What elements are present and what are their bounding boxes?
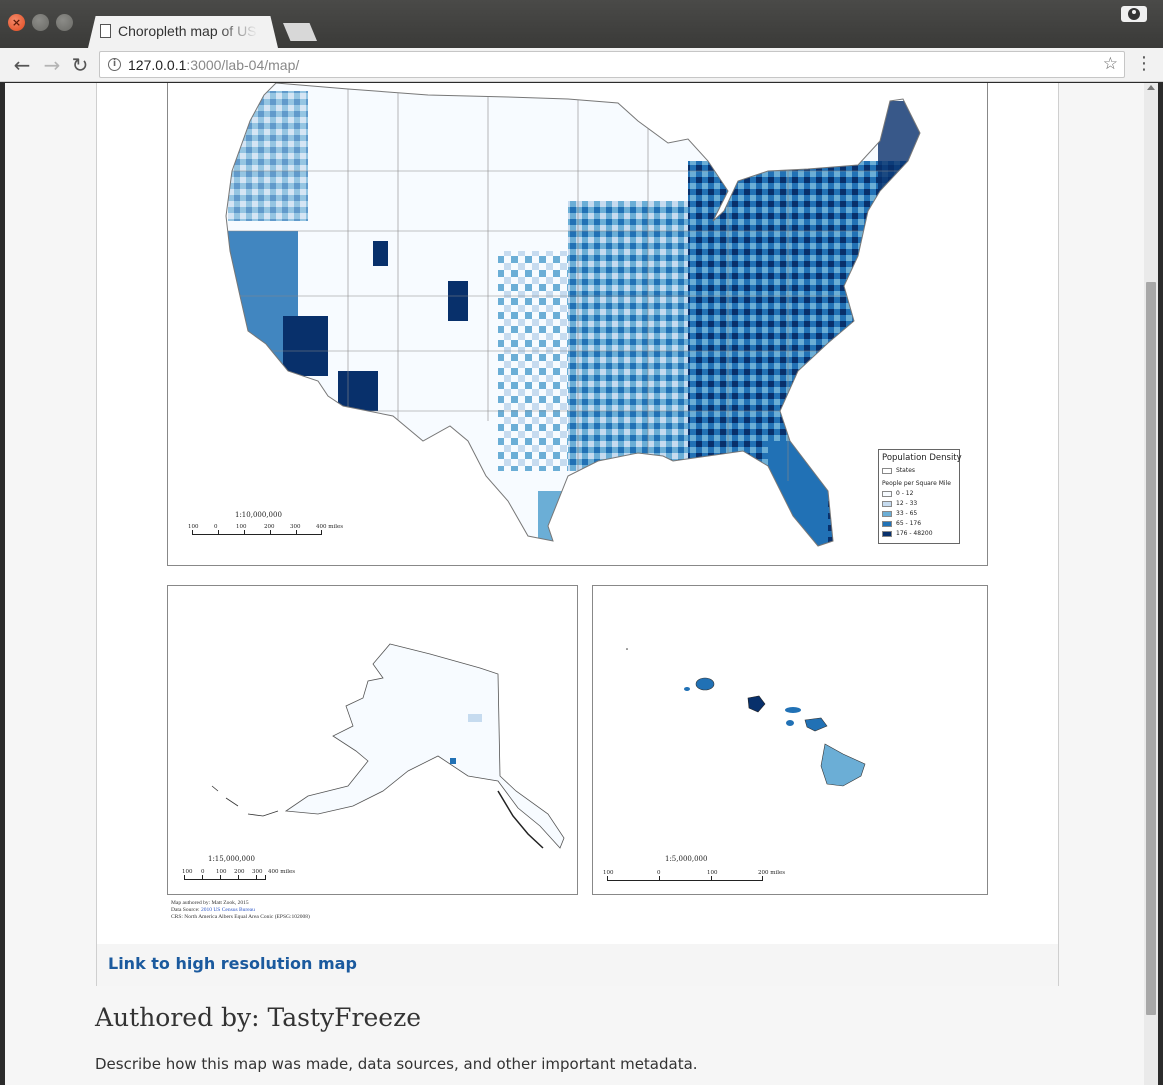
url-text[interactable]: 127.0.0.1:3000/lab-04/map/ <box>128 57 299 73</box>
hawaii-scale-ratio: 1:5,000,000 <box>665 855 708 863</box>
legend-class: 176 - 48200 <box>882 530 933 539</box>
credit-author: Map authored by: Matt Zook, 2015 <box>171 900 249 906</box>
legend-swatch <box>882 500 892 507</box>
scale-number: 0 <box>214 524 218 530</box>
legend-states: States <box>882 467 915 476</box>
scale-tick <box>202 875 203 879</box>
browser-toolbar: ← → ↻ i 127.0.0.1:3000/lab-04/map/ ☆ ⋮ <box>0 48 1163 82</box>
map-description: Describe how this map was made, data sou… <box>95 1055 698 1073</box>
scale-tick <box>265 875 266 879</box>
profile-button[interactable] <box>1121 6 1147 22</box>
scale-number: 100 <box>707 870 718 876</box>
scale-tick <box>220 875 221 879</box>
scale-tick <box>192 530 193 534</box>
map-card: Population Density States People per Squ… <box>96 83 1059 986</box>
alaska-map-svg <box>211 643 565 849</box>
scale-number: 100 <box>216 869 227 875</box>
scale-number: 400 miles <box>268 869 296 875</box>
tab-title-fade <box>218 18 258 44</box>
alaska-scale-bar <box>184 875 266 880</box>
map-credits: Map authored by: Matt Zook, 2015 Data So… <box>171 900 310 921</box>
contiguous-us-map: Population Density States People per Squ… <box>167 83 988 566</box>
scale-tick <box>218 530 219 534</box>
legend-class: 12 - 33 <box>882 500 917 509</box>
legend-swatch <box>882 490 892 497</box>
legend-swatch <box>882 467 892 474</box>
bookmark-star-icon[interactable]: ☆ <box>1103 54 1118 74</box>
scale-tick <box>762 876 763 880</box>
alaska-scale-ratio: 1:15,000,000 <box>208 855 255 863</box>
legend-title: Population Density <box>882 453 962 463</box>
browser-menu-icon[interactable]: ⋮ <box>1135 54 1153 74</box>
vertical-scrollbar[interactable] <box>1144 83 1158 1085</box>
legend-class: 65 - 176 <box>882 520 921 529</box>
url-path: :3000/lab-04/map/ <box>186 57 300 73</box>
scale-tick <box>184 875 185 879</box>
back-button[interactable]: ← <box>10 53 34 77</box>
address-bar[interactable]: i 127.0.0.1:3000/lab-04/map/ ☆ <box>99 51 1125 78</box>
hawaii-map-svg <box>626 648 866 787</box>
author-heading: Authored by: TastyFreeze <box>95 1003 422 1032</box>
scale-tick <box>711 876 712 880</box>
legend-class-label: 0 - 12 <box>896 490 914 497</box>
high-res-map-link[interactable]: Link to high resolution map <box>108 954 357 973</box>
legend-states-label: States <box>896 467 916 474</box>
browser-tab-active[interactable]: Choropleth map of US Population Density <box>88 16 278 48</box>
legend-swatch <box>882 530 892 537</box>
person-icon <box>1128 8 1140 20</box>
card-footer: Link to high resolution map <box>97 944 1058 986</box>
url-host: 127.0.0.1 <box>128 57 187 73</box>
main-scale-bar <box>192 530 322 535</box>
scale-number: 200 <box>234 869 245 875</box>
hawaii-map: 1:5,000,000 100 0 100 200 miles <box>592 585 988 895</box>
alaska-map: 1:15,000,000 100 0 100 200 300 400 miles <box>167 585 578 895</box>
legend-class-label: 12 - 33 <box>896 500 918 507</box>
legend-class: 33 - 65 <box>882 510 917 519</box>
page-viewport: Population Density States People per Squ… <box>5 83 1158 1085</box>
scale-tick <box>607 876 608 880</box>
scale-tick <box>321 530 322 534</box>
map-legend: Population Density States People per Squ… <box>878 449 962 544</box>
window-minimize-button[interactable] <box>32 14 49 31</box>
legend-class: 0 - 12 <box>882 490 913 499</box>
scale-number: 100 <box>603 870 614 876</box>
legend-class-label: 176 - 48200 <box>896 530 933 537</box>
forward-button[interactable]: → <box>40 53 64 77</box>
scale-tick <box>659 876 660 880</box>
scale-number: 100 <box>188 524 199 530</box>
info-icon[interactable]: i <box>108 58 121 71</box>
credit-source-prefix: Data Source: <box>171 907 200 913</box>
legend-swatch <box>882 510 892 517</box>
window-titlebar: × Choropleth map of US Population Densit… <box>0 0 1163 48</box>
credit-crs: CRS: North America Albers Equal Area Con… <box>171 914 310 920</box>
scroll-up-arrow-icon[interactable] <box>1147 85 1155 90</box>
credit-data-source: Data Source: 2010 US Census Bureau <box>171 907 310 914</box>
window-close-button[interactable]: × <box>8 14 25 31</box>
scale-number: 300 <box>252 869 263 875</box>
legend-swatch <box>882 520 892 527</box>
document-icon <box>100 24 111 38</box>
scale-tick <box>244 530 245 534</box>
legend-subtitle: People per Square Mile <box>882 480 951 487</box>
scale-tick <box>256 875 257 879</box>
credit-source-link[interactable]: 2010 US Census Bureau <box>201 907 255 913</box>
us-map-svg <box>225 83 921 547</box>
scale-tick <box>238 875 239 879</box>
hawaii-scale-bar <box>607 876 763 881</box>
reload-button[interactable]: ↻ <box>68 53 92 77</box>
window-maximize-button[interactable] <box>56 14 73 31</box>
new-tab-button[interactable] <box>283 23 317 41</box>
scale-tick <box>270 530 271 534</box>
legend-class-label: 33 - 65 <box>896 510 918 517</box>
legend-class-label: 65 - 176 <box>896 520 922 527</box>
scrollbar-thumb[interactable] <box>1146 282 1156 1015</box>
scale-tick <box>296 530 297 534</box>
main-scale-ratio: 1:10,000,000 <box>235 511 282 519</box>
